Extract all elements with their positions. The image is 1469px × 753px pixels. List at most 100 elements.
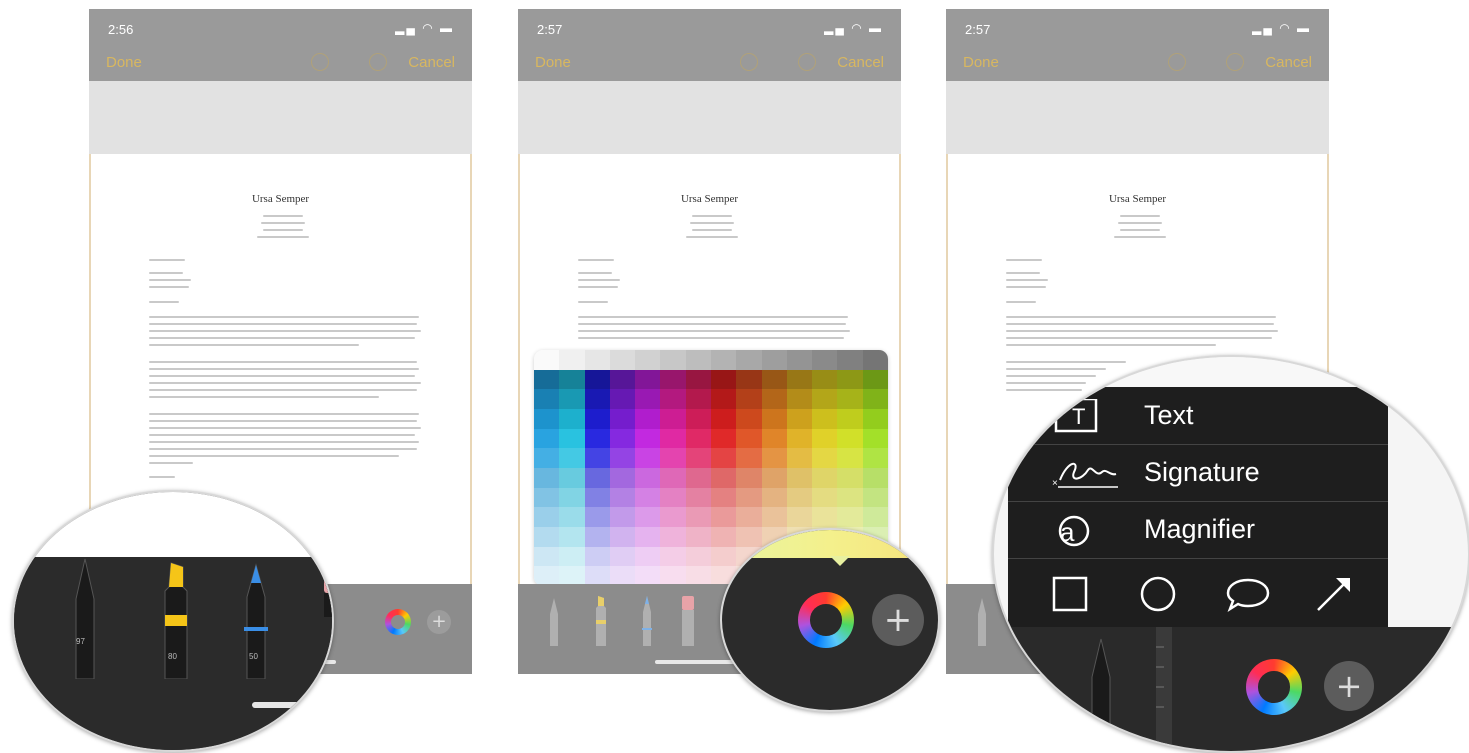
speech-bubble-icon[interactable] [1226,576,1270,612]
color-swatch[interactable] [786,507,813,528]
color-swatch[interactable] [609,448,636,469]
pen-tool-icon[interactable] [976,596,988,646]
pen-tool-icon[interactable] [70,557,100,679]
color-swatch[interactable] [711,409,737,429]
eraser-tool-icon[interactable] [320,557,334,617]
undo-icon[interactable] [740,53,758,71]
color-swatch[interactable] [711,389,737,410]
color-swatch[interactable] [862,350,888,370]
color-swatch[interactable] [685,468,712,488]
color-swatch[interactable] [609,409,636,429]
done-button[interactable]: Done [535,54,571,71]
pen-tool-icon[interactable] [1088,637,1114,753]
color-swatch[interactable] [660,487,687,508]
color-swatch[interactable] [761,389,788,410]
color-swatch[interactable] [711,448,737,469]
done-button[interactable]: Done [106,54,142,71]
color-swatch[interactable] [761,448,788,469]
circle-icon[interactable] [1140,576,1176,612]
color-swatch[interactable] [660,369,687,390]
cancel-button[interactable]: Cancel [837,54,884,71]
color-swatch[interactable] [685,527,712,547]
menu-item-signature[interactable]: × Signature [1008,444,1388,502]
color-swatch[interactable] [837,468,864,488]
color-swatch[interactable] [862,468,888,488]
color-swatch[interactable] [534,507,560,528]
color-swatch[interactable] [559,527,586,547]
color-swatch[interactable] [534,468,560,488]
color-swatch[interactable] [837,389,864,410]
arrow-icon[interactable] [1314,574,1354,614]
color-swatch[interactable] [812,409,839,429]
color-swatch[interactable] [837,409,864,429]
color-picker-icon[interactable] [798,592,854,648]
color-swatch[interactable] [837,507,864,528]
color-swatch[interactable] [584,448,611,469]
color-swatch[interactable] [786,468,813,488]
color-swatch[interactable] [685,487,712,508]
color-swatch[interactable] [660,468,687,488]
color-swatch[interactable] [736,409,763,429]
color-swatch[interactable] [685,389,712,410]
color-swatch[interactable] [584,369,611,390]
color-swatch[interactable] [711,487,737,508]
markup-icon[interactable] [369,53,387,71]
color-swatch[interactable] [559,448,586,469]
color-picker-icon[interactable] [1246,659,1302,715]
color-swatch[interactable] [736,350,763,370]
color-swatch[interactable] [534,487,560,508]
color-swatch[interactable] [660,409,687,429]
marker-tool-icon[interactable] [594,594,608,646]
color-swatch[interactable] [584,350,611,370]
color-swatch[interactable] [736,389,763,410]
color-swatch[interactable] [862,428,888,449]
color-swatch[interactable] [559,428,586,449]
ruler-tool-icon[interactable] [1154,627,1174,751]
color-swatch[interactable] [534,389,560,410]
color-swatch[interactable] [609,507,636,528]
color-swatch[interactable] [685,546,712,567]
color-swatch[interactable] [812,350,839,370]
color-swatch[interactable] [584,428,611,449]
menu-item-text[interactable]: T Text [1008,387,1388,445]
color-swatch[interactable] [812,369,839,390]
color-swatch[interactable] [635,468,662,488]
color-swatch[interactable] [736,448,763,469]
color-swatch[interactable] [685,350,712,370]
done-button[interactable]: Done [963,54,999,71]
color-swatch[interactable] [559,468,586,488]
cancel-button[interactable]: Cancel [1265,54,1312,71]
color-swatch[interactable] [660,546,687,567]
color-swatch[interactable] [660,389,687,410]
color-swatch[interactable] [635,507,662,528]
color-swatch[interactable] [635,389,662,410]
color-swatch[interactable] [635,369,662,390]
add-button[interactable]: + [427,610,451,634]
color-swatch[interactable] [685,369,712,390]
color-swatch[interactable] [609,369,636,390]
color-swatch[interactable] [584,487,611,508]
color-swatch[interactable] [786,369,813,390]
color-swatch[interactable] [559,350,586,370]
color-swatch[interactable] [559,487,586,508]
color-swatch[interactable] [609,527,636,547]
color-swatch[interactable] [685,409,712,429]
color-swatch[interactable] [862,409,888,429]
color-swatch[interactable] [534,448,560,469]
color-swatch[interactable] [685,448,712,469]
color-swatch[interactable] [635,448,662,469]
color-swatch[interactable] [660,350,687,370]
color-swatch[interactable] [609,468,636,488]
color-swatch[interactable] [584,389,611,410]
color-swatch[interactable] [660,527,687,547]
color-swatch[interactable] [534,546,560,567]
markup-icon[interactable] [1226,53,1244,71]
color-swatch[interactable] [660,448,687,469]
color-swatch[interactable] [635,487,662,508]
pen-tool-icon[interactable] [548,596,560,646]
color-swatch[interactable] [559,546,586,567]
color-swatch[interactable] [862,389,888,410]
color-swatch[interactable] [635,409,662,429]
color-swatch[interactable] [812,487,839,508]
square-icon[interactable] [1052,576,1088,612]
